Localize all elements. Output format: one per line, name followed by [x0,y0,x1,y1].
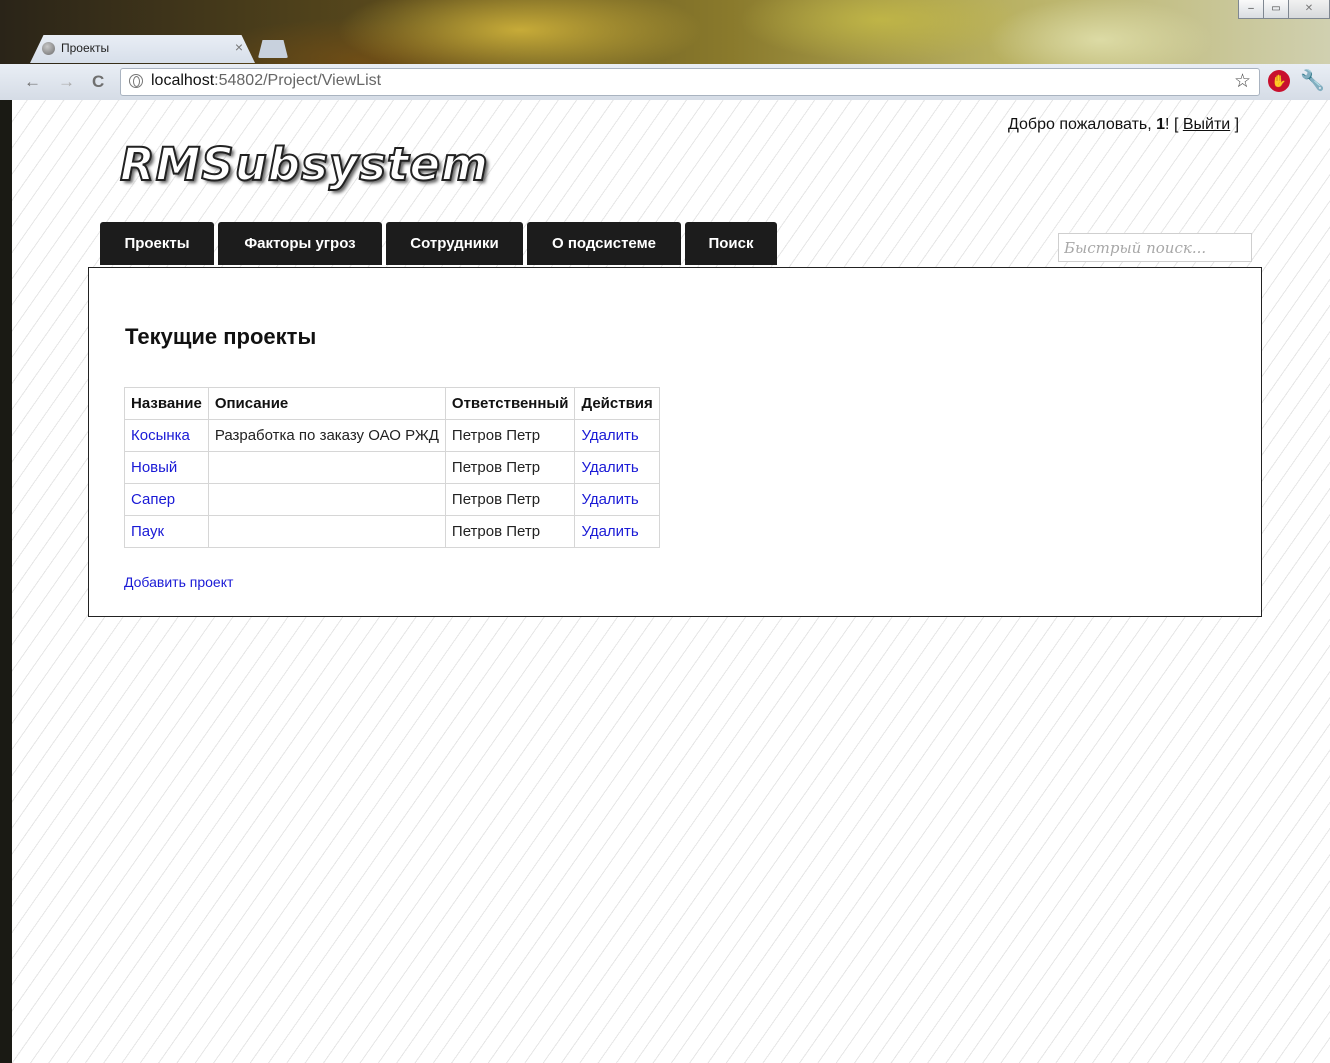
reload-icon[interactable]: C [92,72,104,92]
cell-owner: Петров Петр [444,419,576,452]
table-row: Косынка Разработка по заказу ОАО РЖД Пет… [124,419,660,452]
column-header-owner: Ответственный [444,387,576,420]
delete-link[interactable]: Удалить [581,427,638,444]
site-title: RMSubsystem [119,137,489,192]
project-link[interactable]: Косынка [131,427,190,444]
wrench-menu-icon[interactable]: 🔧 [1300,68,1325,93]
cell-actions: Удалить [574,483,660,516]
quick-search-input[interactable] [1058,233,1252,262]
menu-item-threat-factors[interactable]: Факторы угроз [218,222,382,265]
menu-item-about[interactable]: О подсистеме [527,222,681,265]
url-host: localhost [151,72,215,89]
page-heading: Текущие проекты [125,324,317,349]
cell-actions: Удалить [574,419,660,452]
adblock-extension-icon[interactable]: ✋ [1268,70,1290,92]
cell-name: Новый [124,451,209,484]
cell-actions: Удалить [574,515,660,548]
minimize-button[interactable]: – [1238,0,1264,19]
welcome-suffix: ! [ [1165,116,1183,133]
projects-table: Название Описание Ответственный Действия… [124,387,660,548]
tab-close-icon[interactable]: × [235,39,243,55]
url-text: localhost:54802/Project/ViewList [151,72,381,90]
welcome-text: Добро пожаловать, [1008,116,1157,133]
globe-icon [129,74,143,88]
project-link[interactable]: Сапер [131,491,175,508]
table-row: Сапер Петров Петр Удалить [124,483,660,516]
delete-link[interactable]: Удалить [581,459,638,476]
menu-item-employees[interactable]: Сотрудники [386,222,523,265]
cell-name: Паук [124,515,209,548]
cell-name: Сапер [124,483,209,516]
cell-owner: Петров Петр [444,451,576,484]
add-project-link[interactable]: Добавить проект [124,574,233,590]
close-window-button[interactable]: ✕ [1288,0,1330,19]
new-tab-button[interactable] [258,40,288,58]
cell-description [207,483,446,516]
cell-description: Разработка по заказу ОАО РЖД [207,419,446,452]
username: 1 [1156,116,1166,133]
main-content: Текущие проекты Название Описание Ответс… [88,267,1262,617]
delete-link[interactable]: Удалить [581,523,638,540]
page-body: Добро пожаловать, 1! [ Выйти ] RMSubsyst… [12,100,1330,1063]
bracket-close: ] [1230,116,1240,133]
delete-link[interactable]: Удалить [581,491,638,508]
column-header-actions: Действия [574,387,660,420]
browser-chrome: Проекты × – ▭ ✕ ← → C localhost:54802/Pr… [0,0,1330,100]
browser-tab[interactable]: Проекты × [30,35,255,63]
tab-title: Проекты [61,41,110,55]
cell-description [207,515,446,548]
cell-actions: Удалить [574,451,660,484]
tab-favicon-icon [42,42,55,55]
window-controls: – ▭ ✕ [1238,0,1330,19]
main-menu: Проекты Факторы угроз Сотрудники О подси… [100,222,781,265]
project-link[interactable]: Новый [131,459,177,476]
address-bar[interactable]: localhost:54802/Project/ViewList ☆ [120,68,1260,96]
column-header-description: Описание [207,387,446,420]
table-header-row: Название Описание Ответственный Действия [124,387,660,420]
logout-link[interactable]: Выйти [1183,116,1230,133]
table-row: Паук Петров Петр Удалить [124,515,660,548]
cell-name: Косынка [124,419,209,452]
login-display: Добро пожаловать, 1! [ Выйти ] [1008,116,1239,134]
forward-arrow-icon[interactable]: → [58,72,75,92]
menu-item-search[interactable]: Поиск [685,222,777,265]
cell-description [207,451,446,484]
cell-owner: Петров Петр [444,515,576,548]
menu-item-projects[interactable]: Проекты [100,222,214,265]
bookmark-star-icon[interactable]: ☆ [1234,70,1251,93]
browser-toolbar: ← → C localhost:54802/Project/ViewList ☆… [0,64,1330,100]
cell-owner: Петров Петр [444,483,576,516]
table-row: Новый Петров Петр Удалить [124,451,660,484]
column-header-name: Название [124,387,209,420]
project-link[interactable]: Паук [131,523,164,540]
maximize-button[interactable]: ▭ [1263,0,1289,19]
url-path: :54802/Project/ViewList [214,72,382,89]
back-arrow-icon[interactable]: ← [24,72,41,92]
